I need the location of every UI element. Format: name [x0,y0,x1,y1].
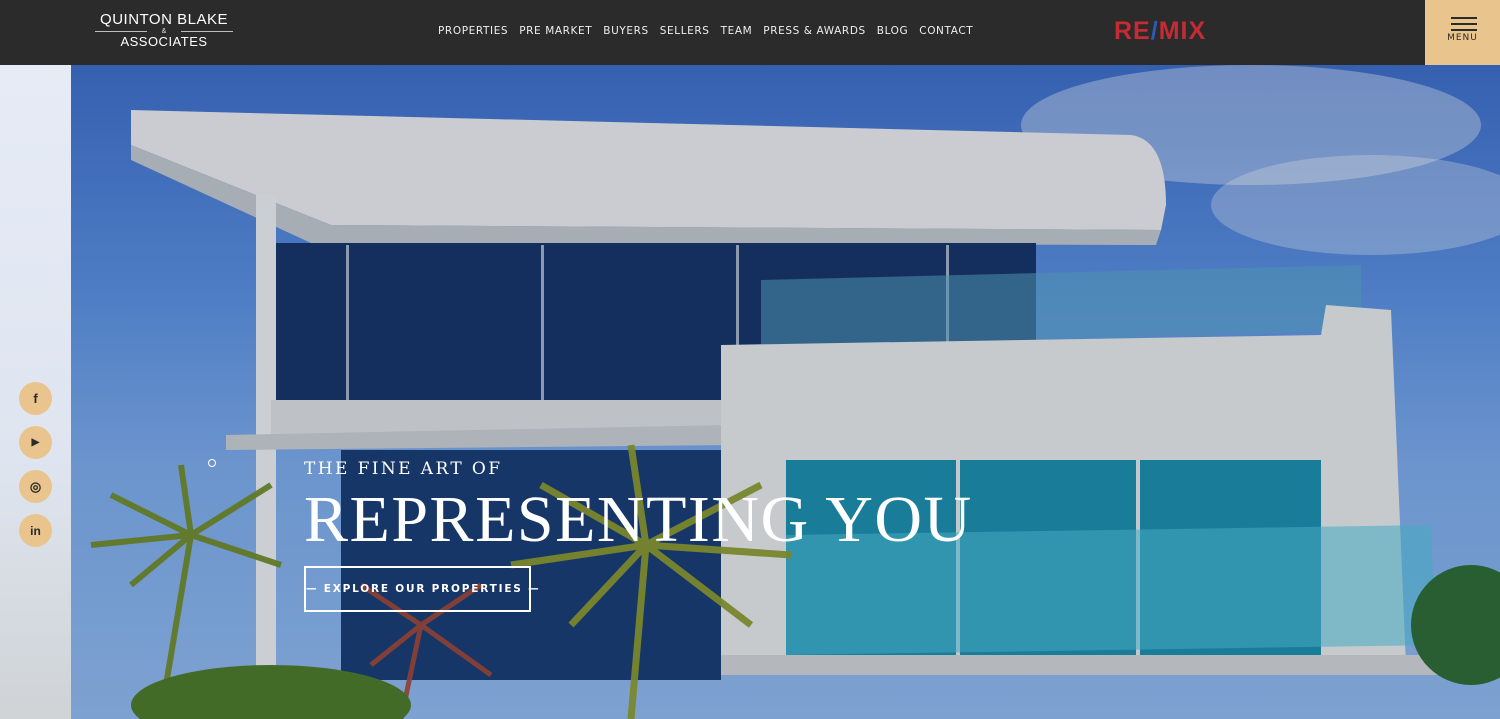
hamburger-icon [1451,17,1477,31]
explore-properties-button[interactable]: — EXPLORE OUR PROPERTIES — [304,566,539,612]
logo-rule-right [181,31,233,32]
hero-kicker: THE FINE ART OF [304,459,503,479]
nav-buyers[interactable]: BUYERS [603,22,649,40]
slider-indicator-icon[interactable] [208,459,216,467]
facebook-icon[interactable]: f [19,382,52,415]
remax-logo-left: RE [1114,17,1151,45]
site-header: QUINTON BLAKE & ASSOCIATES PROPERTIES PR… [0,0,1500,65]
nav-press-awards[interactable]: PRESS & AWARDS [763,22,866,40]
hero-banner: THE FINE ART OF REPRESENTING YOU — EXPLO… [71,65,1500,719]
nav-properties[interactable]: PROPERTIES [438,22,508,40]
nav-blog[interactable]: BLOG [877,22,908,40]
nav-pre-market[interactable]: PRE MARKET [519,22,592,40]
logo-line-1: QUINTON BLAKE [100,11,228,28]
social-links: f ▶ ◎ in [19,382,52,558]
youtube-icon[interactable]: ▶ [19,426,52,459]
nav-contact[interactable]: CONTACT [919,22,973,40]
company-logo[interactable]: QUINTON BLAKE & ASSOCIATES [95,12,233,52]
remax-logo-right: MIX [1158,17,1207,45]
menu-label: MENU [1447,33,1478,43]
logo-line-3: ASSOCIATES [120,34,208,49]
hero-content: THE FINE ART OF REPRESENTING YOU — EXPLO… [304,458,1064,612]
remax-logo-slash: / [1150,17,1159,45]
hero-headline: REPRESENTING YOU [304,483,973,556]
instagram-icon[interactable]: ◎ [19,470,52,503]
nav-sellers[interactable]: SELLERS [660,22,710,40]
menu-button[interactable]: MENU [1425,0,1500,65]
main-nav: PROPERTIES PRE MARKET BUYERS SELLERS TEA… [438,22,973,40]
hero-overlay [71,65,1500,719]
nav-team[interactable]: TEAM [721,22,753,40]
linkedin-icon[interactable]: in [19,514,52,547]
remax-logo[interactable]: RE/MIX [1114,14,1206,48]
